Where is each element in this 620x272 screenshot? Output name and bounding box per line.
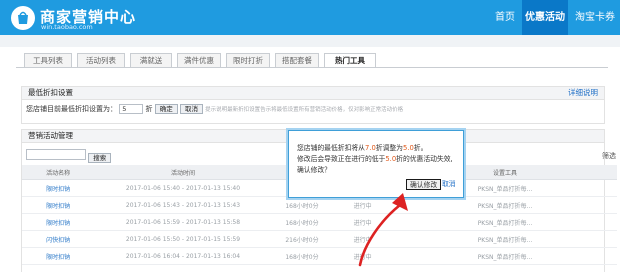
row-remaining: 168小时0分: [271, 196, 333, 214]
brand-url: win.taobao.com: [41, 23, 93, 31]
table-row: 限时扣钠 2017-01-06 15:43 - 2017-01-13 15:43…: [22, 196, 617, 214]
min-discount-panel: 最低折扣设置 详细说明 您店铺目前最低折扣设置为： 5 折 确定 取消 提示说明…: [21, 86, 605, 124]
min-discount-row: 您店铺目前最低折扣设置为： 5 折 确定 取消 提示说明最新折扣设置告示将最低设…: [26, 104, 403, 118]
search-row: 搜索: [26, 149, 112, 163]
tab-activity-list[interactable]: 活动列表: [77, 53, 125, 68]
nav-promotions[interactable]: 优惠活动: [522, 0, 568, 35]
top-bar: 商家营销中心 win.taobao.com 首页 优惠活动 淘宝卡券: [0, 0, 620, 35]
table-row: 闪快扣钠 2017-01-06 15:50 - 2017-01-15 15:59…: [22, 230, 617, 248]
col-activity-time: 活动时间: [94, 165, 272, 180]
dialog-text: 折调整为: [375, 144, 403, 152]
tab-underline: [16, 67, 608, 68]
min-discount-label: 您店铺目前最低折扣设置为：: [26, 105, 117, 113]
col-activity-name: 活动名称: [22, 165, 95, 180]
confirm-button[interactable]: 确定: [154, 104, 178, 114]
tab-full-gift[interactable]: 满就送: [130, 53, 172, 68]
new-discount-value: 5.0: [402, 144, 414, 152]
table-row: 限时扣钠 2017-01-06 16:04 - 2017-01-13 16:04…: [22, 247, 617, 265]
tab-tool-list[interactable]: 工具列表: [24, 53, 72, 68]
row-name[interactable]: 限时扣钠: [22, 179, 95, 197]
search-button[interactable]: 搜索: [88, 153, 112, 163]
row-remaining: 168小时0分: [271, 213, 333, 231]
row-tool: PKSN_单品打折每...: [392, 196, 617, 214]
dialog-text: 您店铺的最低折扣将从: [297, 144, 365, 152]
dialog-cancel-link[interactable]: 取消: [442, 179, 456, 190]
row-remaining: 216小时0分: [271, 230, 333, 248]
shopping-bag-logo-icon: [11, 6, 35, 30]
row-name[interactable]: 限时扣钠: [22, 196, 95, 214]
row-name[interactable]: 限时扣钠: [22, 213, 95, 231]
dialog-text: 折的优惠活动失效,: [396, 155, 453, 163]
table-row: 限时扣钠 2017-01-06 15:59 - 2017-01-13 15:58…: [22, 213, 617, 231]
sub-header-stripe: [0, 35, 620, 47]
detail-link[interactable]: 详细说明: [568, 87, 598, 99]
discount-unit: 折: [145, 105, 153, 113]
dialog-line-2: 修改后会导致正在进行的低于5.0折的优惠活动失效,: [297, 154, 453, 164]
row-time: 2017-01-06 15:43 - 2017-01-13 15:43: [94, 196, 272, 214]
row-name[interactable]: 闪快扣钠: [22, 230, 95, 248]
old-discount-value: 7.0: [364, 144, 376, 152]
dialog-text: 修改后会导致正在进行的低于: [297, 155, 386, 163]
nav-coupons[interactable]: 淘宝卡券: [570, 0, 620, 35]
tab-item-discount[interactable]: 满件优惠: [177, 53, 221, 68]
min-discount-hint: 提示说明最新折扣设置告示将最低设置所有营销活动价格，仅对影响正常活动价格: [205, 107, 404, 113]
min-discount-input[interactable]: 5: [119, 104, 144, 114]
row-remaining: 168小时0分: [271, 247, 333, 265]
cancel-button[interactable]: 取消: [179, 104, 203, 114]
row-tool: PKSN_单品打折每...: [392, 230, 617, 248]
row-time: 2017-01-06 15:50 - 2017-01-15 15:59: [94, 230, 272, 248]
row-time: 2017-01-06 16:04 - 2017-01-13 16:04: [94, 247, 272, 265]
threshold-value: 5.0: [385, 155, 397, 163]
dialog-line-1: 您店铺的最低折扣将从7.0折调整为5.0折。: [297, 143, 427, 153]
row-tool: PKSN_单品打折每...: [392, 247, 617, 265]
tab-limited-time[interactable]: 限时打折: [226, 53, 270, 68]
nav-home[interactable]: 首页: [488, 0, 522, 35]
filter-label[interactable]: 筛选: [602, 151, 616, 161]
search-input[interactable]: [26, 149, 86, 160]
tab-bundle[interactable]: 搭配套餐: [275, 53, 319, 68]
min-discount-header: 最低折扣设置 详细说明: [22, 87, 604, 100]
tab-hot-tools[interactable]: 热门工具: [324, 53, 376, 68]
row-time: 2017-01-06 15:40 - 2017-01-13 15:40: [94, 179, 272, 197]
min-discount-title: 最低折扣设置: [28, 88, 73, 97]
dialog-text: 折。: [413, 144, 428, 152]
dialog-line-3: 确认修改？: [297, 166, 331, 174]
row-time: 2017-01-06 15:59 - 2017-01-13 15:58: [94, 213, 272, 231]
row-name[interactable]: 限时扣钠: [22, 247, 95, 265]
row-tool: PKSN_单品打折每...: [392, 213, 617, 231]
red-arrow-annotation-icon: [358, 193, 408, 267]
